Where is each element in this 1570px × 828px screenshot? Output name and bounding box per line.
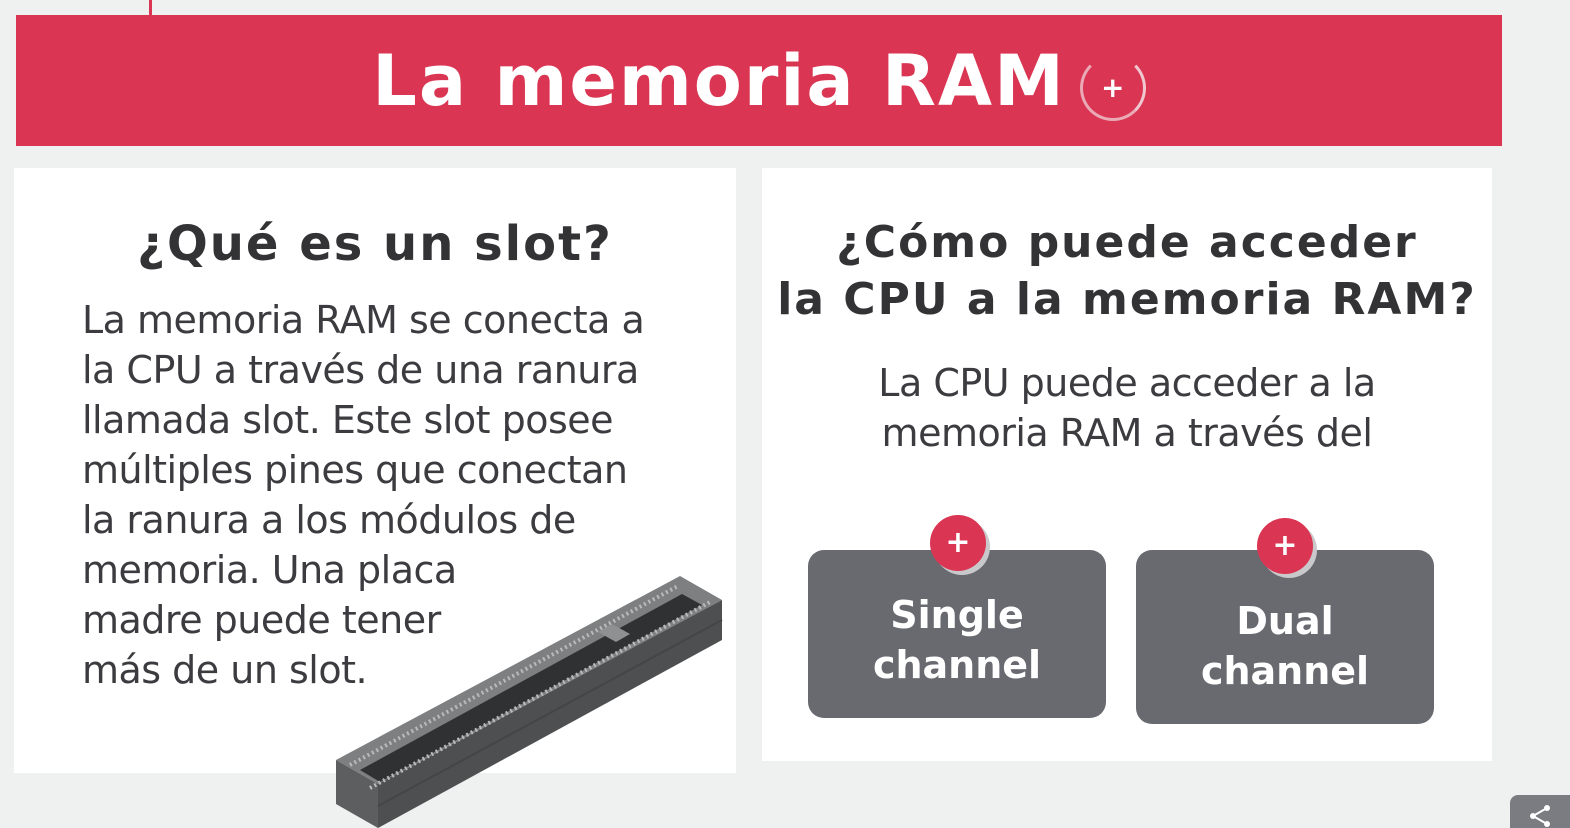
share-button[interactable]: [1510, 795, 1570, 828]
ram-slot-illustration: [336, 576, 723, 828]
dual-channel-label-line1: Dual: [1236, 599, 1334, 643]
expand-plus-icon[interactable]: +: [1079, 54, 1146, 121]
header-banner: La memoria RAM +: [16, 15, 1502, 146]
page-title: La memoria RAM: [372, 39, 1066, 122]
slot-text-line: múltiples pines que conectan: [82, 448, 628, 492]
dual-channel-label-line2: channel: [1200, 649, 1370, 693]
slot-text-line: La memoria RAM se conecta a: [82, 298, 645, 342]
single-channel-button[interactable]: Single channel: [808, 550, 1106, 718]
slot-card-title: ¿Qué es un slot?: [137, 216, 613, 272]
dual-channel-button[interactable]: Dual channel: [1136, 550, 1434, 724]
connector-line: [149, 0, 152, 16]
access-card-text: La CPU puede acceder a la memoria RAM a …: [762, 358, 1492, 458]
single-channel-label-line2: channel: [872, 643, 1042, 687]
slot-text-line: la ranura a los módulos de: [82, 498, 576, 542]
dual-channel-plus-icon[interactable]: +: [1257, 518, 1313, 574]
access-title-line: ¿Cómo puede acceder: [836, 217, 1418, 268]
slot-text-line: la CPU a través de una ranura: [82, 348, 639, 392]
single-channel-plus-icon[interactable]: +: [930, 515, 986, 571]
single-channel-label-line1: Single: [890, 593, 1024, 637]
share-icon: [1530, 805, 1550, 827]
access-text-line: memoria RAM a través del: [881, 411, 1373, 455]
access-title-line: la CPU a la memoria RAM?: [777, 274, 1477, 325]
slot-text-line: llamada slot. Este slot posee: [82, 398, 614, 442]
access-text-line: La CPU puede acceder a la: [878, 361, 1376, 405]
access-card-title: ¿Cómo puede acceder la CPU a la memoria …: [762, 214, 1492, 328]
